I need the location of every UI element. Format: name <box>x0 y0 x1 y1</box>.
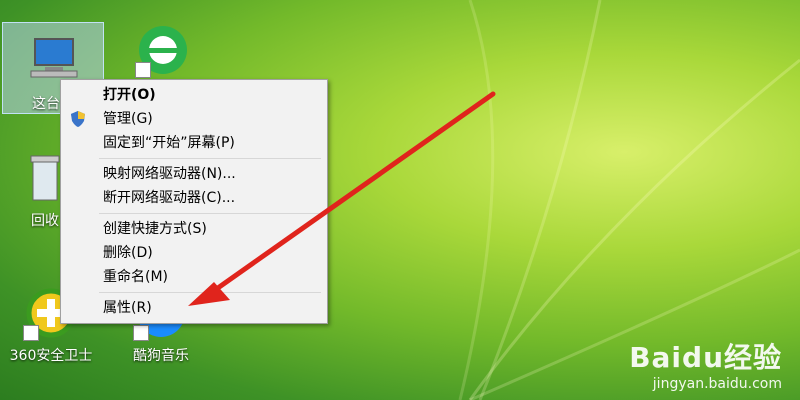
watermark-title: Baidu经验 <box>629 341 782 374</box>
baidu-watermark: Baidu经验 jingyan.baidu.com <box>629 336 782 392</box>
watermark-url: jingyan.baidu.com <box>652 376 782 392</box>
